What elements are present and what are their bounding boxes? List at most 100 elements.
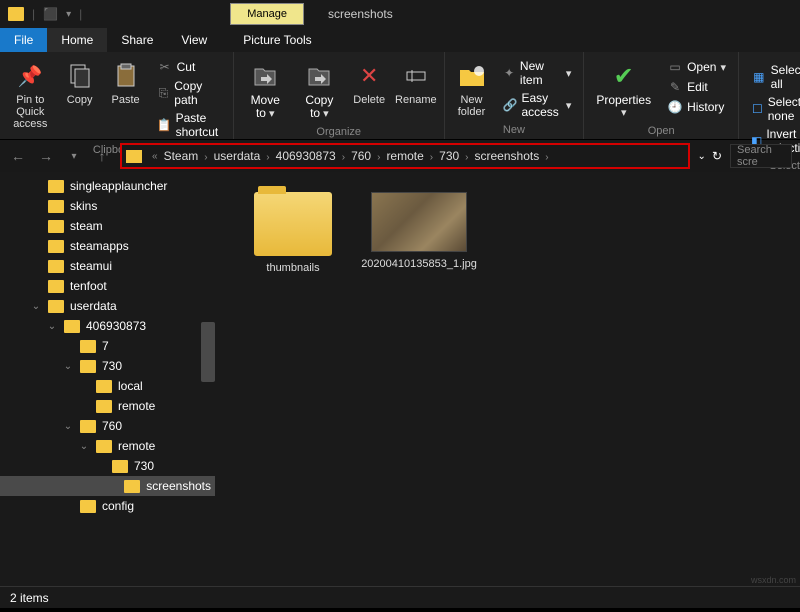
move-icon xyxy=(249,60,281,92)
breadcrumb[interactable]: « Steam›userdata›406930873›760›remote›73… xyxy=(120,143,690,169)
delete-icon: ✕ xyxy=(353,60,385,92)
paste-label: Paste xyxy=(112,94,140,106)
expand-icon[interactable]: ⌄ xyxy=(62,421,74,432)
open-group: ✔ Properties ▾ ▭Open ▾ ✎Edit 🕘History Op… xyxy=(584,52,739,139)
file-item-thumbnails[interactable]: thumbnails xyxy=(245,192,341,275)
tree-item-config[interactable]: config xyxy=(0,496,215,516)
tree-item-tenfoot[interactable]: tenfoot xyxy=(0,276,215,296)
nav-bar: ← → ▾ ↑ « Steam›userdata›406930873›760›r… xyxy=(0,140,800,172)
properties-button[interactable]: ✔ Properties ▾ xyxy=(590,56,657,123)
copy-label: Copy xyxy=(67,94,93,106)
tree-item-skins[interactable]: skins xyxy=(0,196,215,216)
back-button[interactable]: ← xyxy=(8,148,28,164)
edit-icon: ✎ xyxy=(667,79,683,95)
easy-access-icon: 🔗 xyxy=(503,97,518,113)
crumb-406930873[interactable]: 406930873 xyxy=(274,149,338,163)
select-all-icon: ▦ xyxy=(751,69,767,85)
scrollbar-thumb[interactable] xyxy=(201,322,215,382)
move-label: Move to ▾ xyxy=(246,94,285,120)
content-pane[interactable]: thumbnails 20200410135853_1.jpg xyxy=(215,172,800,586)
up-button[interactable]: ↑ xyxy=(92,148,112,164)
dropdown-icon[interactable]: ⌄ xyxy=(698,151,706,162)
delete-button[interactable]: ✕ Delete xyxy=(348,56,390,124)
properties-label: Properties ▾ xyxy=(596,94,651,119)
tree-label: 730 xyxy=(102,359,122,373)
copy-path-button[interactable]: ⎘Copy path xyxy=(155,78,223,108)
new-item-button[interactable]: ✦New item ▾ xyxy=(501,58,574,88)
open-group-label: Open xyxy=(648,123,675,139)
manage-tab[interactable]: Manage xyxy=(230,3,304,25)
crumb-Steam[interactable]: Steam xyxy=(162,149,201,163)
chevron-right-icon: › xyxy=(262,152,273,163)
paste-shortcut-button[interactable]: 📋Paste shortcut xyxy=(155,110,223,140)
folder-tree[interactable]: singleapplauncherskins steam steamappsstea… xyxy=(0,172,215,586)
tree-item-730[interactable]: ⌄ 730 xyxy=(0,356,215,376)
tree-label: steam xyxy=(70,219,103,233)
new-folder-label: New folder xyxy=(457,94,487,118)
expand-icon[interactable]: ⌄ xyxy=(30,301,42,312)
crumb-remote[interactable]: remote xyxy=(384,149,425,163)
expand-icon[interactable]: ⌄ xyxy=(78,441,90,452)
easy-access-button[interactable]: 🔗Easy access ▾ xyxy=(501,90,574,120)
folder-icon xyxy=(48,220,64,233)
new-folder-button[interactable]: New folder xyxy=(451,56,493,122)
tree-item-local[interactable]: local xyxy=(0,376,215,396)
folder-icon xyxy=(112,460,128,473)
tree-item-remote[interactable]: remote xyxy=(0,396,215,416)
home-tab[interactable]: Home xyxy=(47,28,107,52)
divider-icon: | xyxy=(32,7,35,21)
item-count: 2 items xyxy=(10,591,49,605)
cut-icon: ✂ xyxy=(157,59,173,75)
file-item-20200410135853_1.jpg[interactable]: 20200410135853_1.jpg xyxy=(371,192,467,271)
crumb-760[interactable]: 760 xyxy=(349,149,373,163)
dropdown-icon[interactable]: ▾ xyxy=(66,9,71,20)
open-icon: ▭ xyxy=(667,59,683,75)
tree-item-7[interactable]: 7 xyxy=(0,336,215,356)
share-tab[interactable]: Share xyxy=(107,28,167,52)
tree-item-screenshots[interactable]: screenshots xyxy=(0,476,215,496)
select-none-button[interactable]: ☐Select none xyxy=(749,94,800,124)
select-none-icon: ☐ xyxy=(751,101,764,117)
edit-button[interactable]: ✎Edit xyxy=(665,78,728,96)
tree-item-730[interactable]: 730 xyxy=(0,456,215,476)
copyto-label: Copy to ▾ xyxy=(301,94,339,120)
history-button[interactable]: 🕘History xyxy=(665,98,728,116)
tree-item-406930873[interactable]: ⌄406930873 xyxy=(0,316,215,336)
copy-button[interactable]: Copy xyxy=(59,56,101,142)
tree-item-singleapplauncher[interactable]: singleapplauncher xyxy=(0,176,215,196)
paste-icon xyxy=(110,60,142,92)
rename-icon xyxy=(400,60,432,92)
tree-item-steam[interactable]: steam xyxy=(0,216,215,236)
divider-icon: | xyxy=(79,7,82,21)
tree-item-remote[interactable]: ⌄remote xyxy=(0,436,215,456)
rename-button[interactable]: Rename xyxy=(394,56,437,124)
shortcut-icon: 📋 xyxy=(157,117,172,133)
crumb-userdata[interactable]: userdata xyxy=(212,149,263,163)
open-button[interactable]: ▭Open ▾ xyxy=(665,58,728,76)
crumb-730[interactable]: 730 xyxy=(437,149,461,163)
window-title: screenshots xyxy=(328,7,393,21)
file-menu[interactable]: File xyxy=(0,28,47,52)
search-input[interactable]: Search scre xyxy=(730,144,792,168)
expand-icon[interactable]: ⌄ xyxy=(62,361,74,372)
tree-item-760[interactable]: ⌄760 xyxy=(0,416,215,436)
copy-to-button[interactable]: Copy to ▾ xyxy=(295,56,345,124)
quick-access-icon[interactable]: ⬛ xyxy=(43,7,58,21)
cut-button[interactable]: ✂Cut xyxy=(155,58,223,76)
pin-button[interactable]: 📌 Pin to Quick access xyxy=(6,56,55,142)
crumb-screenshots[interactable]: screenshots xyxy=(473,149,542,163)
picture-tools-tab[interactable]: Picture Tools xyxy=(229,28,325,52)
view-tab[interactable]: View xyxy=(167,28,221,52)
expand-icon[interactable]: ⌄ xyxy=(46,321,58,332)
tree-item-steamui[interactable]: steamui xyxy=(0,256,215,276)
tree-item-steamapps[interactable]: steamapps xyxy=(0,236,215,256)
select-all-button[interactable]: ▦Select all xyxy=(749,62,800,92)
new-folder-icon xyxy=(456,60,488,92)
move-to-button[interactable]: Move to ▾ xyxy=(240,56,291,124)
forward-button[interactable]: → xyxy=(36,148,56,164)
menu-bar: File Home Share View Picture Tools xyxy=(0,28,800,52)
refresh-button[interactable]: ↻ xyxy=(712,149,722,163)
tree-item-userdata[interactable]: ⌄userdata xyxy=(0,296,215,316)
recent-dropdown[interactable]: ▾ xyxy=(64,151,84,162)
paste-button[interactable]: Paste xyxy=(105,56,147,142)
